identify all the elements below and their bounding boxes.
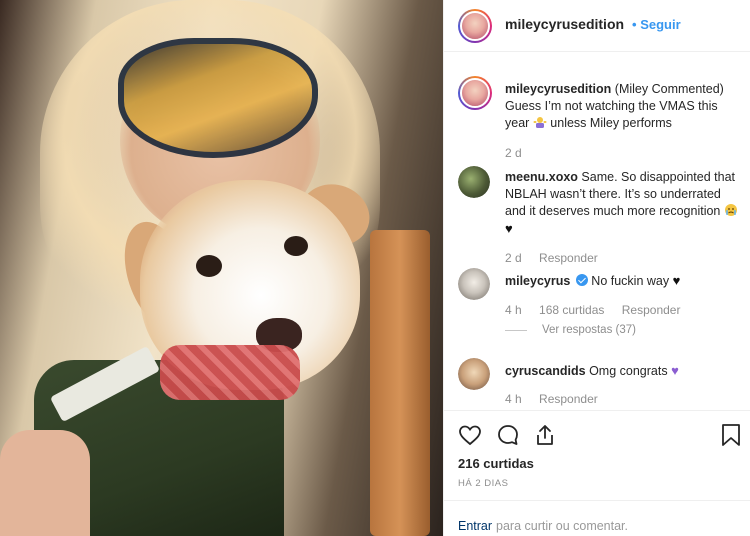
posted-ago: HÁ 2 DIAS: [458, 478, 509, 489]
post-side-panel: mileycyrusedition • Seguir mileycyrusedi…: [443, 0, 750, 536]
comment-avatar-mileycyrus[interactable]: [458, 268, 490, 300]
photo-dog-eye-right: [284, 236, 308, 256]
likes-count[interactable]: 216 curtidas: [458, 456, 534, 471]
comment: meenu.xoxo Same. So disappointed that NB…: [505, 169, 741, 238]
action-bar: [444, 410, 750, 454]
caption-time[interactable]: 2 d: [505, 146, 522, 160]
reply-button[interactable]: Responder: [622, 303, 681, 317]
purple-heart-icon: ♥: [671, 363, 679, 378]
comment-text: Omg congrats: [589, 364, 668, 378]
login-footer: Entrar para curtir ou comentar.: [444, 500, 750, 536]
post-photo[interactable]: [0, 0, 443, 536]
account-username[interactable]: mileycyrusedition: [505, 16, 624, 32]
reply-button[interactable]: Responder: [539, 251, 598, 265]
share-icon[interactable]: [533, 423, 557, 447]
person-shrugging-icon: [533, 117, 547, 128]
comment-meta: 2 d Responder: [505, 251, 612, 265]
comment-time[interactable]: 2 d: [505, 251, 522, 265]
photo-dog-bandana: [160, 345, 300, 400]
reply-button[interactable]: Responder: [539, 392, 598, 406]
replies-divider: [505, 330, 527, 331]
follow-button[interactable]: • Seguir: [632, 17, 681, 32]
comment-username[interactable]: mileycyrus: [505, 274, 570, 288]
black-heart-icon: ♥: [672, 273, 681, 288]
photo-dog-eye-left: [196, 255, 222, 277]
caption: mileycyrusedition (Miley Commented) Gues…: [505, 81, 741, 132]
caption-username[interactable]: mileycyrusedition: [505, 82, 611, 96]
comment-likes[interactable]: 168 curtidas: [539, 303, 604, 317]
comment-username[interactable]: cyruscandids: [505, 364, 586, 378]
crying-face-icon: [724, 204, 737, 216]
caption-avatar[interactable]: [458, 76, 492, 110]
black-heart-icon: ♥: [505, 221, 513, 236]
comment: mileycyrus No fuckin way ♥: [505, 272, 741, 290]
comment-text: No fuckin way: [591, 274, 670, 288]
post-header: mileycyrusedition • Seguir: [444, 0, 750, 52]
login-prompt-text: para curtir ou comentar.: [496, 519, 629, 533]
comment-avatar-meenu[interactable]: [458, 166, 490, 198]
photo-arm: [0, 430, 90, 536]
verified-badge-icon: [575, 274, 588, 286]
comment-meta: 4 h 168 curtidas Responder: [505, 303, 694, 317]
view-replies-link[interactable]: Ver respostas (37): [542, 324, 636, 336]
caption-meta: 2 d: [505, 146, 536, 160]
comment-time[interactable]: 4 h: [505, 303, 522, 317]
comment-time[interactable]: 4 h: [505, 392, 522, 406]
comment: cyruscandids Omg congrats ♥: [505, 362, 741, 380]
photo-chair: [370, 230, 430, 536]
caption-text-end: unless Miley performs: [550, 116, 672, 130]
login-link[interactable]: Entrar: [458, 519, 492, 533]
heart-outline-icon[interactable]: [458, 423, 482, 447]
account-avatar[interactable]: [458, 9, 492, 43]
comment-username[interactable]: meenu.xoxo: [505, 170, 578, 184]
comment-meta: 4 h Responder: [505, 392, 612, 406]
comment-avatar-cyruscandids[interactable]: [458, 358, 490, 390]
comment-bubble-icon[interactable]: [496, 423, 520, 447]
bookmark-icon[interactable]: [720, 423, 742, 447]
